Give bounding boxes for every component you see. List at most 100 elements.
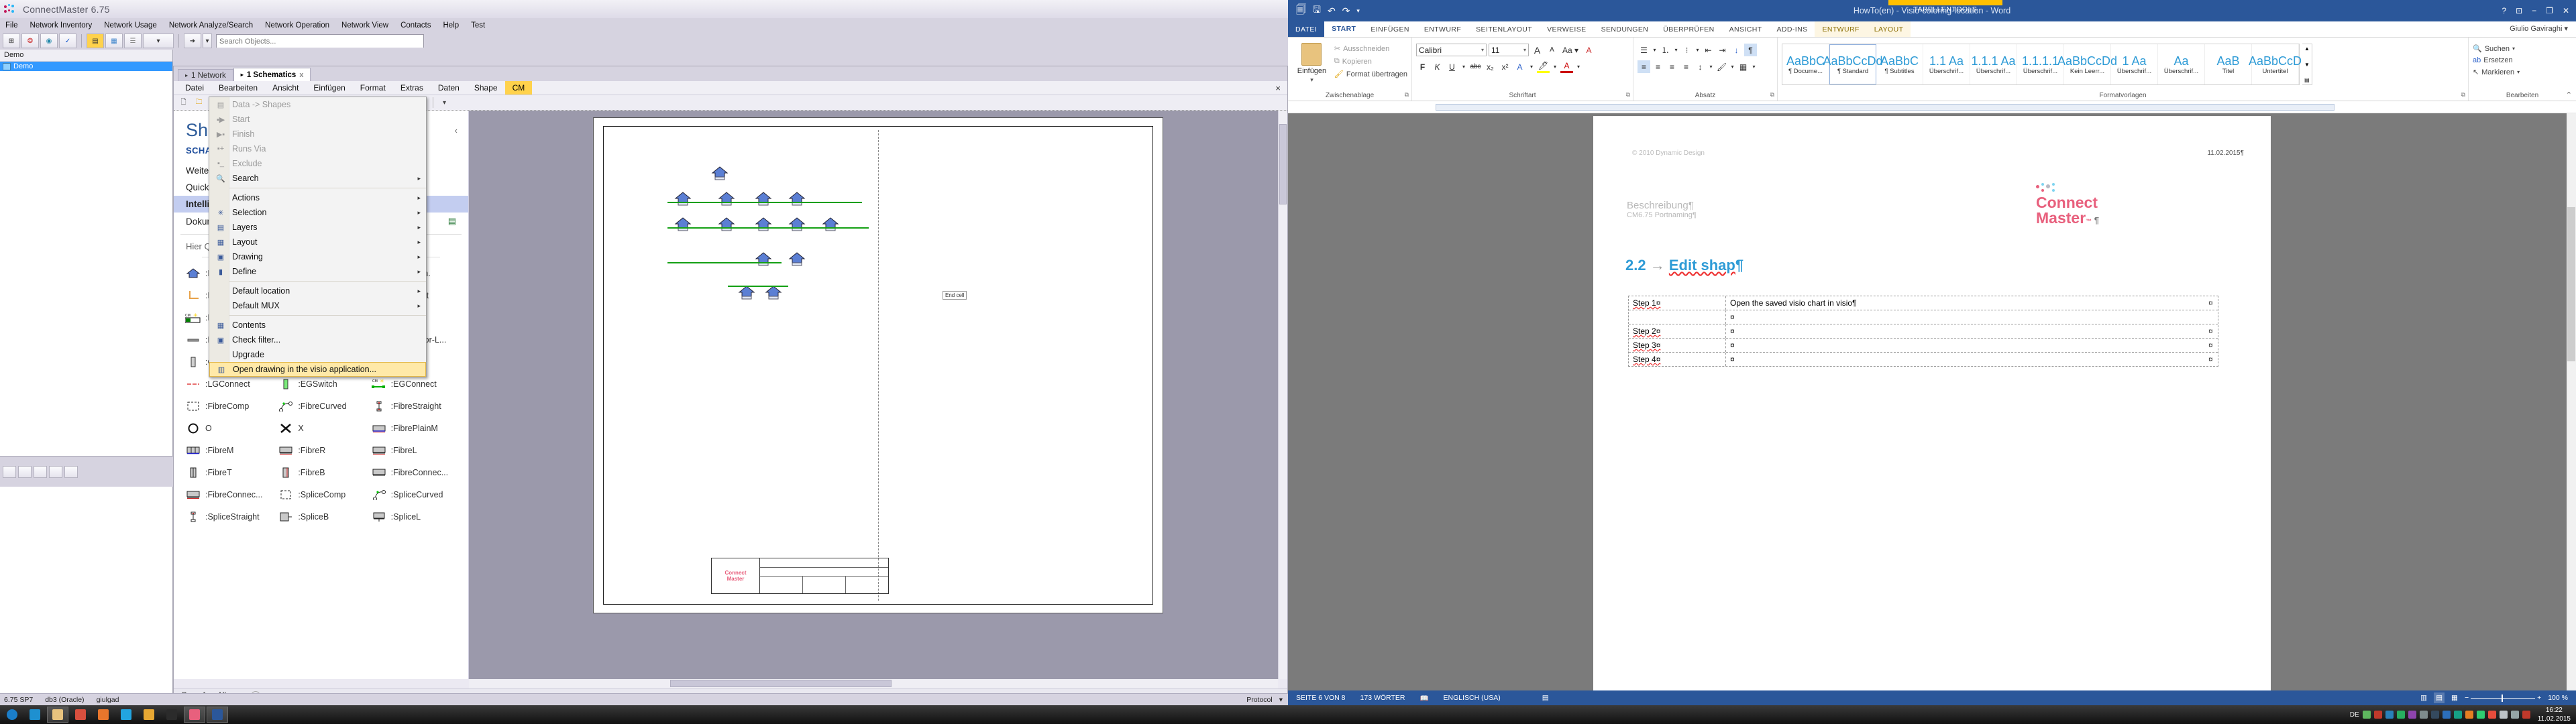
ribbon-display-icon[interactable]: ⊡ (2516, 6, 2522, 15)
table-cell-text[interactable]: ¤ (1726, 310, 2207, 324)
visio-document-tabs[interactable]: ▸ 1 Network ▸ 1 Schematics x (174, 66, 1287, 81)
taskbar-firefox[interactable] (93, 707, 114, 723)
windows-taskbar[interactable]: DE 16:22 11.02.2015 (0, 705, 2576, 724)
diagram-location-node[interactable] (711, 166, 729, 181)
shading-icon[interactable]: 🖌 (1715, 60, 1728, 73)
web-layout-icon[interactable]: ▦ (2451, 694, 2458, 702)
toolbar-grid-button[interactable]: ▦ (105, 34, 123, 48)
replace-button[interactable]: ab Ersetzen (2473, 56, 2513, 64)
visio-drawing-page[interactable]: End cell Connect Master (593, 117, 1163, 613)
cm-menu-contacts[interactable]: Contacts (394, 20, 437, 31)
word-document-area[interactable]: © 2010 Dynamic Design 11.02.2015¶ Connec… (1288, 113, 2576, 690)
chevron-left-icon[interactable]: ‹ (455, 125, 458, 135)
toolbar-usage-button[interactable]: ◉ (40, 34, 58, 48)
cm-navigation-tree[interactable]: Demo Demo (0, 50, 173, 704)
stencil-icon[interactable]: ▤ (448, 216, 456, 227)
word-ribbon[interactable]: Einfügen ▾ ✂ Ausschneiden ⧉ Kopieren 🖌 Form… (1288, 38, 2576, 101)
cm-context-menu[interactable]: ▤ Data -> Shapes ▪▶ Start ▶▪ Finish ▪+ Runs Via… (209, 97, 427, 377)
word-tab-verweise[interactable]: VERWEISE (1540, 21, 1593, 37)
network-icon[interactable] (2510, 711, 2519, 719)
visio-menu-extras[interactable]: Extras (393, 81, 431, 95)
styles-scroll-up-icon[interactable]: ▲ (2302, 44, 2312, 53)
diagram-location-node[interactable] (788, 217, 806, 232)
cm-menu-item-open-drawing-in-the-visio-application[interactable]: ▥ Open drawing in the visio application..… (209, 362, 426, 377)
decrease-indent-icon[interactable]: ⇤ (1702, 44, 1715, 56)
cm-tree-toolbar[interactable] (0, 456, 173, 487)
sort-icon[interactable]: ↓ (1730, 44, 1743, 56)
paste-icon[interactable] (1301, 43, 1322, 66)
table-cell-step[interactable]: Step 3¤ (1629, 339, 1726, 352)
toolbar-list-button[interactable]: ☰ (124, 34, 142, 48)
highlight-dropdown-icon[interactable]: ▾ (1552, 60, 1558, 73)
style-tile-titel[interactable]: AaB Titel (2205, 44, 2252, 84)
cm-tree-rows[interactable]: Demo (0, 62, 172, 71)
cm-menu-item-actions[interactable]: Actions ▸ (209, 190, 426, 205)
word-tab-start[interactable]: START (1324, 21, 1364, 37)
clipboard-dialog-launcher[interactable]: ⧉ (1405, 91, 1409, 99)
format-painter-button[interactable]: 🖌 Format übertragen (1334, 70, 1407, 79)
minimize-icon[interactable]: − (2532, 6, 2536, 15)
borders-icon[interactable]: ▦ (1737, 60, 1750, 73)
tray-icon-6[interactable] (2419, 711, 2428, 719)
italic-icon[interactable]: K (1431, 60, 1444, 73)
word-ruler[interactable] (1288, 101, 2576, 113)
paste-dropdown-icon[interactable]: ▾ (1310, 76, 1313, 84)
diagram-location-node[interactable] (765, 286, 782, 300)
cm-menu-network-usage[interactable]: Network Usage (98, 20, 163, 31)
language-indicator[interactable]: ENGLISCH (USA) (1444, 694, 1501, 702)
word-tab-ansicht[interactable]: ANSICHT (1722, 21, 1770, 37)
word-tab-entwurf[interactable]: ENTWURF (1417, 21, 1468, 37)
horizontal-scroll-thumb[interactable] (670, 680, 892, 687)
word-tab-entwurf[interactable]: ENTWURF (1815, 21, 1867, 37)
underline-dropdown-icon[interactable]: ▾ (1460, 60, 1467, 73)
word-statusbar[interactable]: SEITE 6 VON 8 173 WÖRTER 📖 ENGLISCH (USA… (1288, 690, 2576, 705)
align-right-icon[interactable]: ≡ (1666, 60, 1678, 73)
visio-canvas[interactable]: End cell Connect Master (469, 111, 1287, 679)
tray-icon-11[interactable] (2487, 711, 2496, 719)
table-cell-text[interactable]: ¤ (1726, 353, 2207, 366)
word-tab-layout[interactable]: LAYOUT (1866, 21, 1911, 37)
cm-menu-test[interactable]: Test (465, 20, 491, 31)
style-tile-berschrif[interactable]: Aa Überschrif... (2158, 44, 2205, 84)
diagram-location-node[interactable] (674, 217, 692, 232)
diagram-location-node[interactable] (788, 192, 806, 206)
cm-menu-network-view[interactable]: Network View (335, 20, 394, 31)
cm-menu-item-default-mux[interactable]: Default MUX ▸ (209, 298, 426, 313)
cm-menu-item-drawing[interactable]: ▣ Drawing ▸ (209, 249, 426, 264)
text-effects-dropdown-icon[interactable]: ▾ (1528, 60, 1535, 73)
diagram-green-link[interactable] (667, 262, 782, 263)
taskbar-pdf-reader[interactable] (161, 707, 182, 723)
line-spacing-dropdown-icon[interactable]: ▾ (1708, 60, 1714, 73)
cut-button[interactable]: ✂ Ausschneiden (1334, 44, 1407, 54)
proofing-icon[interactable]: 📖 (1419, 694, 1428, 703)
bullet-list-icon[interactable]: ☰ (1638, 44, 1650, 56)
taskbar-clock[interactable]: 16:22 11.02.2015 (2534, 706, 2571, 723)
cm-menu-item-layers[interactable]: ▤ Layers ▸ (209, 220, 426, 235)
shape-item-fibreplainm[interactable]: :FibrePlainM (368, 418, 460, 438)
shape-item-fibreconnec[interactable]: :FibreConnec... (368, 462, 460, 483)
visio-menu-ansicht[interactable]: Ansicht (265, 81, 306, 95)
numbered-list-dropdown-icon[interactable]: ▾ (1673, 44, 1679, 56)
justify-icon[interactable]: ≡ (1680, 60, 1693, 73)
canvas-horizontal-scrollbar[interactable] (469, 679, 1278, 688)
table-cell-step[interactable]: Step 4¤ (1629, 353, 1726, 366)
page-indicator[interactable]: SEITE 6 VON 8 (1296, 694, 1346, 702)
visio-open-icon[interactable]: 🗀 (192, 97, 206, 109)
table-row[interactable]: Step 3¤ ¤ ¤ (1629, 339, 2218, 353)
cm-toolbar[interactable]: ⊞ ❂ ◉ ✓ ▤ ▦ ☰ ▾ ➜ ▾ (0, 32, 1288, 50)
shading-dropdown-icon[interactable]: ▾ (1729, 60, 1735, 73)
style-tile-berschrif[interactable]: 1.1.1 Aa Überschrif... (1970, 44, 2017, 84)
table-cell-text[interactable]: Open the saved visio chart in visio¶ (1726, 296, 2207, 310)
vertical-scroll-thumb[interactable] (1279, 124, 1287, 204)
diagram-green-link[interactable] (667, 227, 869, 229)
table-cell-step[interactable]: Step 2¤ (1629, 324, 1726, 338)
word-ribbon-tabs[interactable]: DATEI START EINFÜGEN ENTWURF SEITENLAYOUT VER… (1288, 21, 2576, 38)
toolbar-combo-button[interactable]: ▾ (143, 34, 174, 48)
tree-item[interactable]: Demo (0, 62, 172, 71)
table-cell-step[interactable] (1629, 310, 1726, 324)
zoom-level[interactable]: 100 % (2548, 694, 2568, 702)
canvas-vertical-scrollbar[interactable] (1278, 111, 1287, 679)
diagram-location-node[interactable] (755, 217, 772, 232)
bluetooth-icon[interactable] (2442, 711, 2451, 719)
diagram-location-node[interactable] (738, 286, 755, 300)
